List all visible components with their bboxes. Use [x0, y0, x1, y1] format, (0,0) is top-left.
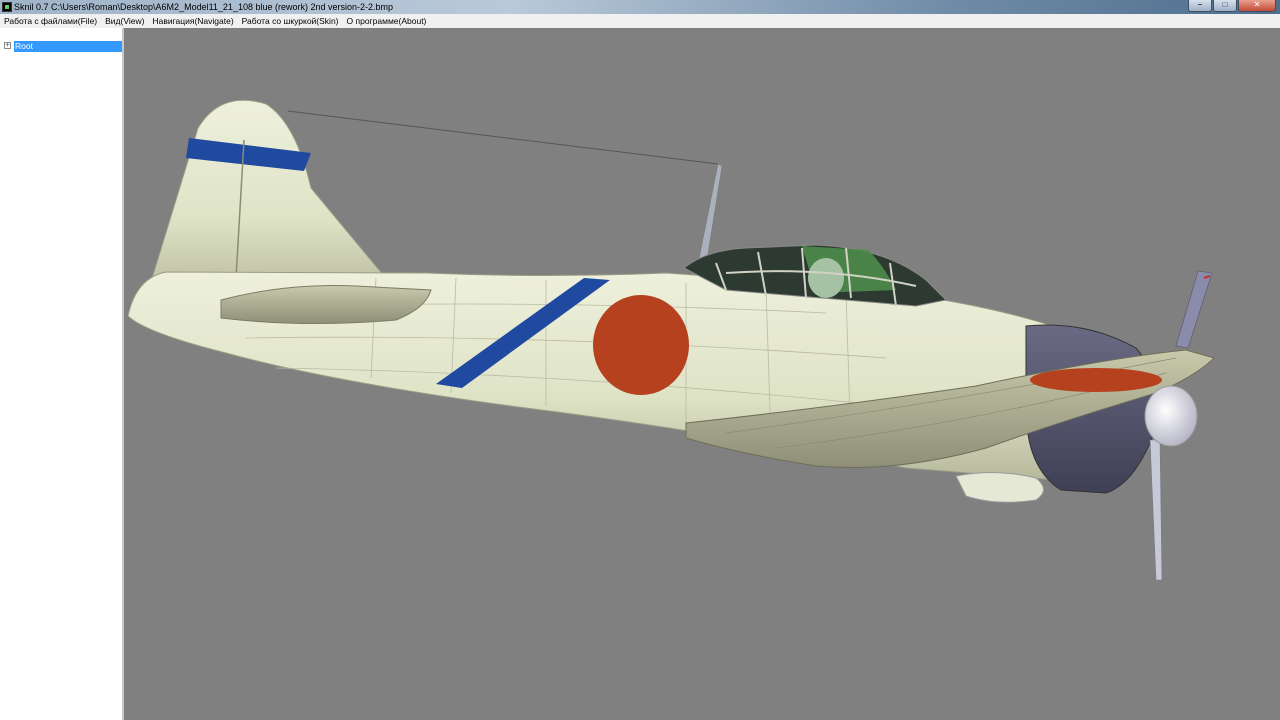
3d-viewport[interactable]: [126, 28, 1280, 720]
wing-roundel: [1030, 368, 1162, 392]
drop-tank: [955, 471, 1044, 503]
menu-bar: Работа с файлами(File) Вид(View) Навигация…: [0, 14, 1280, 28]
vertical-stabilizer: [145, 99, 385, 299]
propeller-blade-bottom: [1149, 439, 1163, 581]
tree-item-root[interactable]: + Root: [3, 41, 122, 52]
aircraft-model: [127, 99, 1215, 581]
close-button[interactable]: ✕: [1238, 0, 1276, 12]
menu-navigate[interactable]: Навигация(Navigate): [148, 14, 237, 28]
tree-item-label[interactable]: Root: [14, 41, 122, 52]
spinner: [1144, 385, 1198, 447]
menu-about[interactable]: О программе(About): [343, 14, 431, 28]
window-title: Sknil 0.7 C:\Users\Roman\Desktop\A6M2_Mo…: [14, 2, 394, 12]
menu-view[interactable]: Вид(View): [101, 14, 148, 28]
expand-icon[interactable]: +: [4, 42, 11, 49]
antenna-mast: [697, 163, 723, 267]
antenna-wire: [287, 110, 719, 165]
tree-panel[interactable]: + Root: [0, 28, 124, 720]
window-controls: – □ ✕: [1188, 0, 1276, 12]
minimize-button[interactable]: –: [1188, 0, 1212, 12]
propeller-blade-top: [1175, 270, 1213, 349]
menu-skin[interactable]: Работа со шкуркой(Skin): [238, 14, 343, 28]
pilot: [808, 258, 844, 298]
title-bar: Sknil 0.7 C:\Users\Roman\Desktop\A6M2_Mo…: [0, 0, 1280, 14]
fuselage-roundel: [593, 295, 689, 395]
app-icon: [2, 2, 12, 12]
menu-file[interactable]: Работа с файлами(File): [0, 14, 101, 28]
maximize-button[interactable]: □: [1213, 0, 1237, 12]
